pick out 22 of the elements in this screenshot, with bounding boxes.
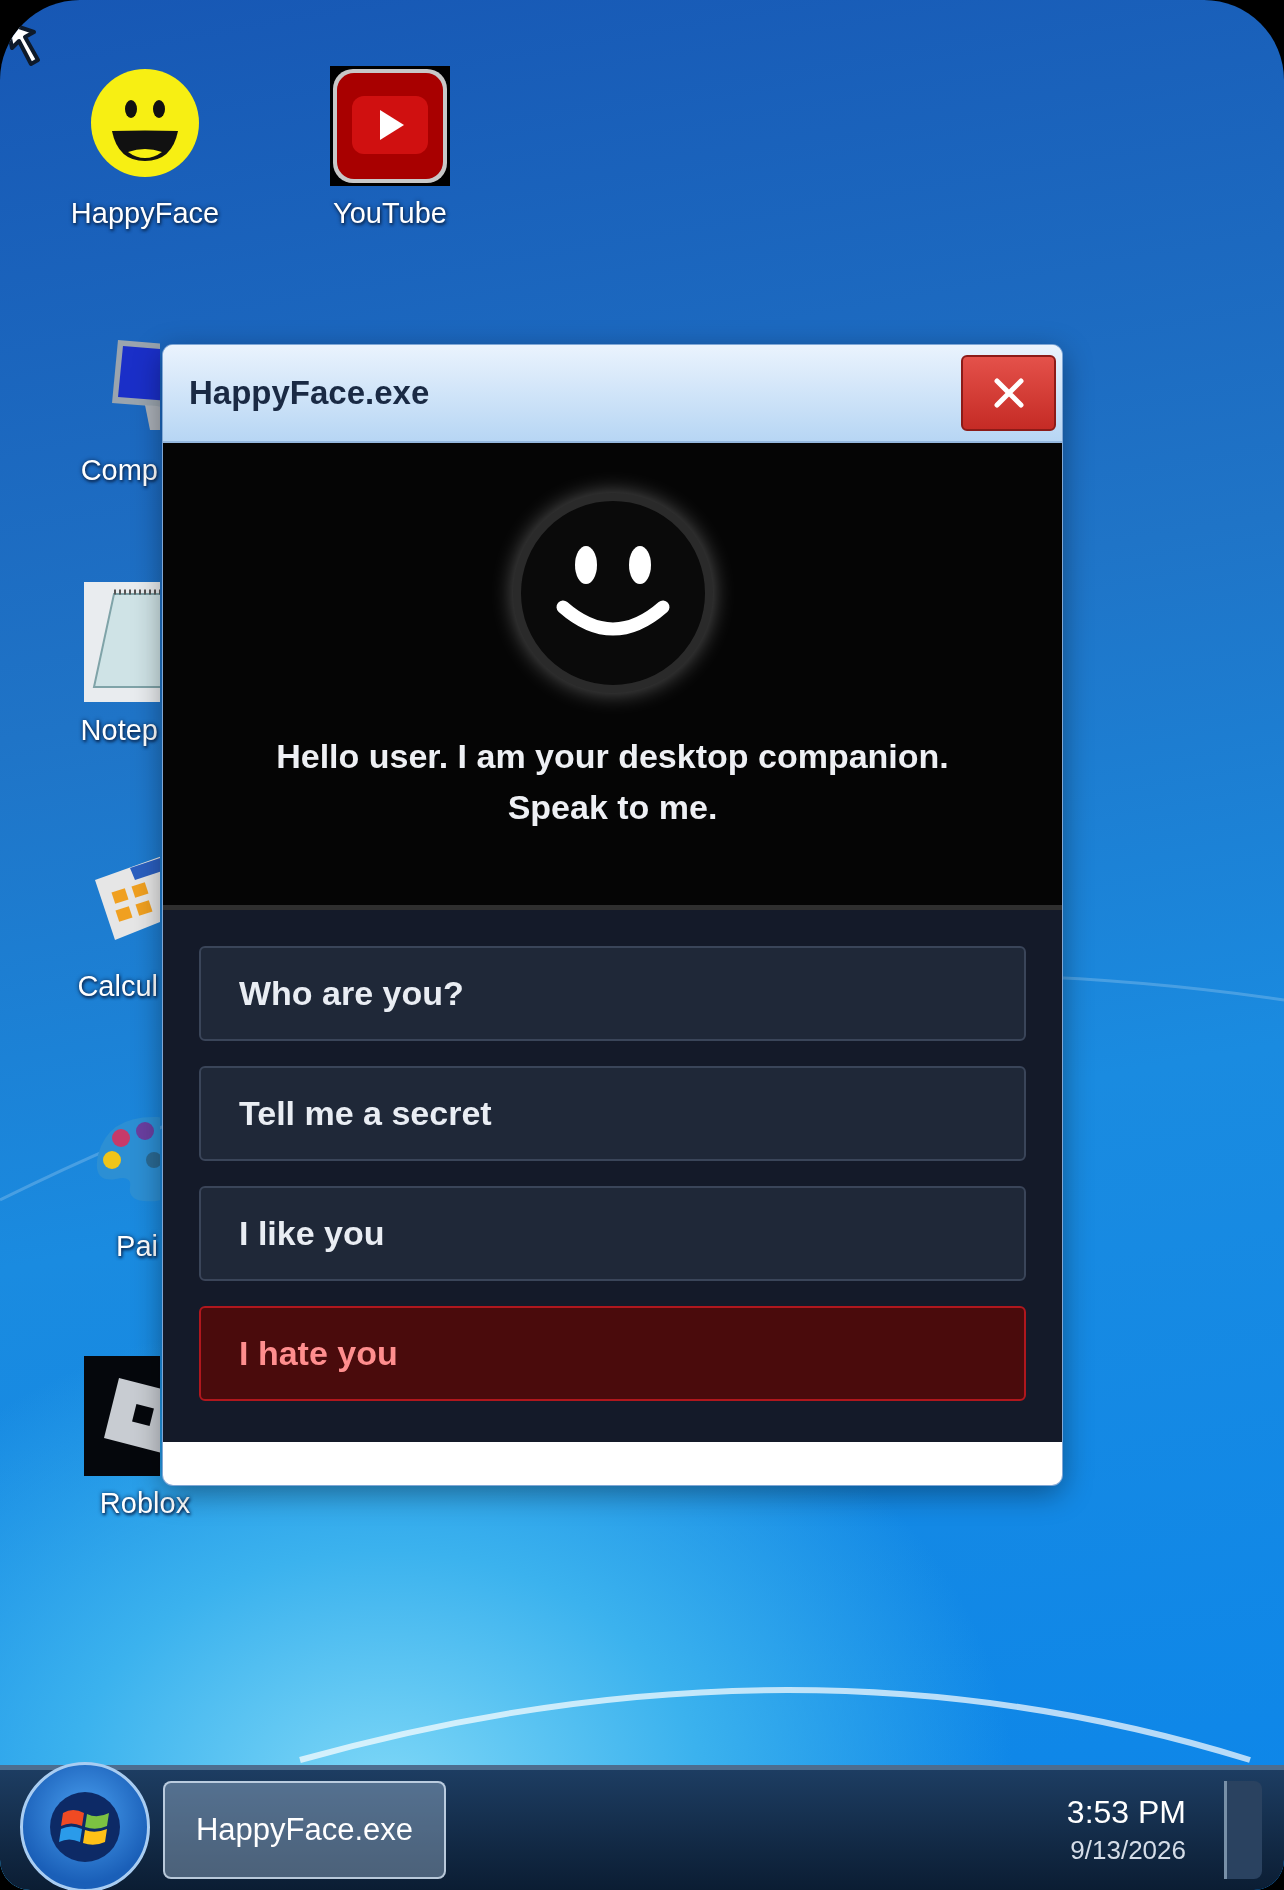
play-button-icon[interactable]	[330, 66, 450, 186]
close-icon	[993, 378, 1024, 408]
show-desktop-button[interactable]	[1224, 1781, 1262, 1879]
icon-label[interactable]: Comp	[80, 452, 158, 488]
clock-time: 3:53 PM	[1066, 1794, 1186, 1831]
hate-reply-button[interactable]: I hate you	[199, 1306, 1026, 1401]
clock-date: 9/13/2026	[1070, 1835, 1186, 1866]
reply-button[interactable]: Tell me a secret	[199, 1066, 1026, 1161]
close-button[interactable]	[961, 355, 1056, 431]
window-title: HappyFace.exe	[189, 374, 430, 412]
companion-message: Hello user. I am your desktop companion. Speak to me.	[275, 736, 950, 828]
icon-label[interactable]: Calcul	[77, 968, 158, 1004]
icon-label[interactable]: Notep	[80, 712, 158, 748]
icon-label[interactable]: HappyFace	[70, 195, 220, 231]
reply-button[interactable]: Who are you?	[199, 946, 1026, 1041]
icon-label[interactable]: YouTube	[333, 195, 447, 231]
icon-label[interactable]: Pai	[116, 1228, 158, 1264]
smiley-face-icon[interactable]	[90, 68, 200, 178]
windows-logo-icon	[49, 1791, 121, 1863]
reply-button[interactable]: I like you	[199, 1186, 1026, 1281]
smiley-face-icon	[512, 493, 713, 693]
taskbar-button[interactable]: HappyFace.exe	[163, 1781, 446, 1879]
